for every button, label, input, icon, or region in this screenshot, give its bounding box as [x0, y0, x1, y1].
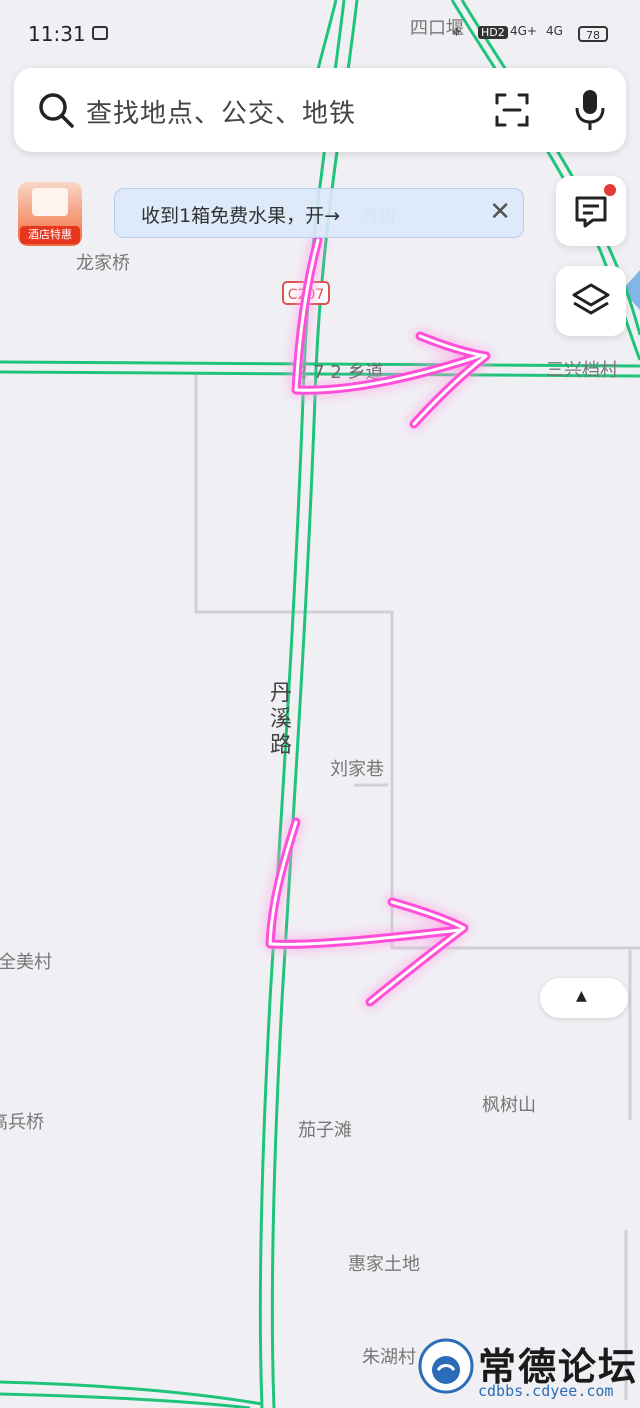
annotation-arrows — [265, 235, 491, 1007]
place-huijiatudi: 惠家土地 — [348, 1254, 420, 1275]
place-quanmei: 全美村 — [0, 952, 52, 973]
search-input[interactable]: 查找地点、公交、地铁 — [86, 93, 356, 130]
scan-icon[interactable] — [494, 92, 530, 128]
layers-icon — [572, 283, 610, 315]
search-bar[interactable]: 查找地点、公交、地铁 — [14, 68, 626, 152]
hotel-promo-badge[interactable]: 酒店特惠 — [18, 182, 82, 246]
place-qiezitan: 茄子滩 — [298, 1120, 352, 1141]
forum-logo-icon — [418, 1338, 474, 1394]
location-pill[interactable]: ▲ — [540, 978, 628, 1018]
layers-button[interactable] — [556, 266, 626, 336]
battery-icon: 78 — [578, 26, 608, 42]
banner-text: 收到1箱免费水果，开→ — [141, 205, 341, 227]
place-gaobingqiao: 高兵桥 — [0, 1112, 44, 1133]
message-button[interactable] — [556, 176, 626, 246]
pin-icon: ▲ — [576, 988, 587, 1004]
place-liujiaxiang: 刘家巷 — [330, 759, 384, 780]
hotel-promo-label: 酒店特惠 — [20, 226, 80, 244]
hotel-icon — [32, 188, 68, 216]
arrow-lower — [265, 817, 469, 1007]
screen-record-icon — [92, 26, 108, 40]
fruit-promo-banner[interactable]: 收到1箱免费水果，开→ ✕ — [114, 188, 524, 238]
message-icon — [575, 196, 607, 228]
place-longjiaqiao: 龙家桥 — [76, 253, 130, 274]
signal-4g-plus: 4G+ — [510, 24, 537, 38]
signal-4g: 4G — [546, 24, 563, 38]
svg-text:丹: 丹 — [270, 681, 292, 706]
place-sanxingdang: 三兴档村 — [546, 360, 618, 381]
minor-roads — [194, 374, 640, 1400]
svg-text:路: 路 — [270, 733, 292, 758]
place-zhuhucun: 朱湖村 — [362, 1347, 416, 1368]
status-time: 11:31 — [28, 22, 86, 46]
close-icon[interactable]: ✕ — [489, 197, 511, 227]
svg-text:溪: 溪 — [270, 707, 292, 732]
road-label-danxi: 丹 溪 路 — [270, 681, 292, 758]
hd-badge: HD2 — [478, 26, 508, 39]
search-icon[interactable] — [36, 90, 76, 130]
location-icon: ⌖ — [452, 22, 462, 41]
microphone-icon[interactable] — [574, 88, 606, 132]
status-bar: 11:31 ⌖ HD2 4G+ 4G 78 — [0, 0, 640, 64]
place-fengshushan: 枫树山 — [482, 1095, 536, 1116]
notification-dot — [604, 184, 616, 196]
watermark-url: cdbbs.cdyee.com — [478, 1382, 614, 1400]
